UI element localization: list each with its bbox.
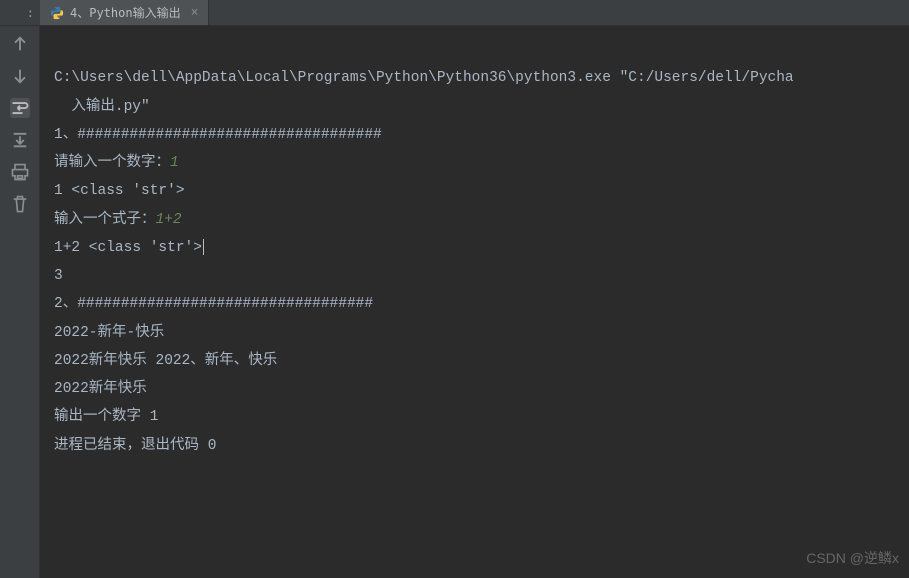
- tab-bar: : 4、Python输入输出 ×: [0, 0, 909, 26]
- console-line: 2022新年快乐 2022、新年、快乐: [54, 347, 895, 375]
- console-line: 入输出.py": [54, 93, 895, 121]
- python-icon: [50, 6, 64, 20]
- file-tab[interactable]: 4、Python输入输出 ×: [40, 0, 209, 25]
- user-input: 1: [170, 155, 179, 171]
- console-line: 进程已结束，退出代码 0: [54, 432, 895, 460]
- trash-icon[interactable]: [10, 194, 30, 214]
- soft-wrap-icon[interactable]: [10, 98, 30, 118]
- console-line: 输出一个数字 1: [54, 403, 895, 431]
- close-icon[interactable]: ×: [191, 5, 199, 20]
- user-input: 1+2: [156, 212, 182, 228]
- tab-title: 4、Python输入输出: [70, 4, 181, 21]
- console-line: C:\Users\dell\AppData\Local\Programs\Pyt…: [54, 64, 895, 92]
- console-line: 2022-新年-快乐: [54, 319, 895, 347]
- console-line: 输入一个式子：1+2: [54, 206, 895, 234]
- console-line: 1 <class 'str'>: [54, 177, 895, 205]
- console-line: 1+2 <class 'str'>: [54, 234, 895, 262]
- watermark: CSDN @逆鳞x: [806, 548, 899, 568]
- text-cursor: [203, 239, 204, 255]
- gutter-toolbar: [0, 26, 40, 578]
- print-icon[interactable]: [10, 162, 30, 182]
- console-line: 2022新年快乐: [54, 375, 895, 403]
- console-line: 3: [54, 262, 895, 290]
- run-tool-label: :: [0, 0, 40, 25]
- console-line: 1、###################################: [54, 121, 895, 149]
- arrow-down-icon[interactable]: [10, 66, 30, 86]
- console-line: 请输入一个数字：1: [54, 149, 895, 177]
- arrow-up-icon[interactable]: [10, 34, 30, 54]
- console-output[interactable]: C:\Users\dell\AppData\Local\Programs\Pyt…: [40, 26, 909, 578]
- main-area: C:\Users\dell\AppData\Local\Programs\Pyt…: [0, 26, 909, 578]
- scroll-to-end-icon[interactable]: [10, 130, 30, 150]
- console-line: 2、##################################: [54, 290, 895, 318]
